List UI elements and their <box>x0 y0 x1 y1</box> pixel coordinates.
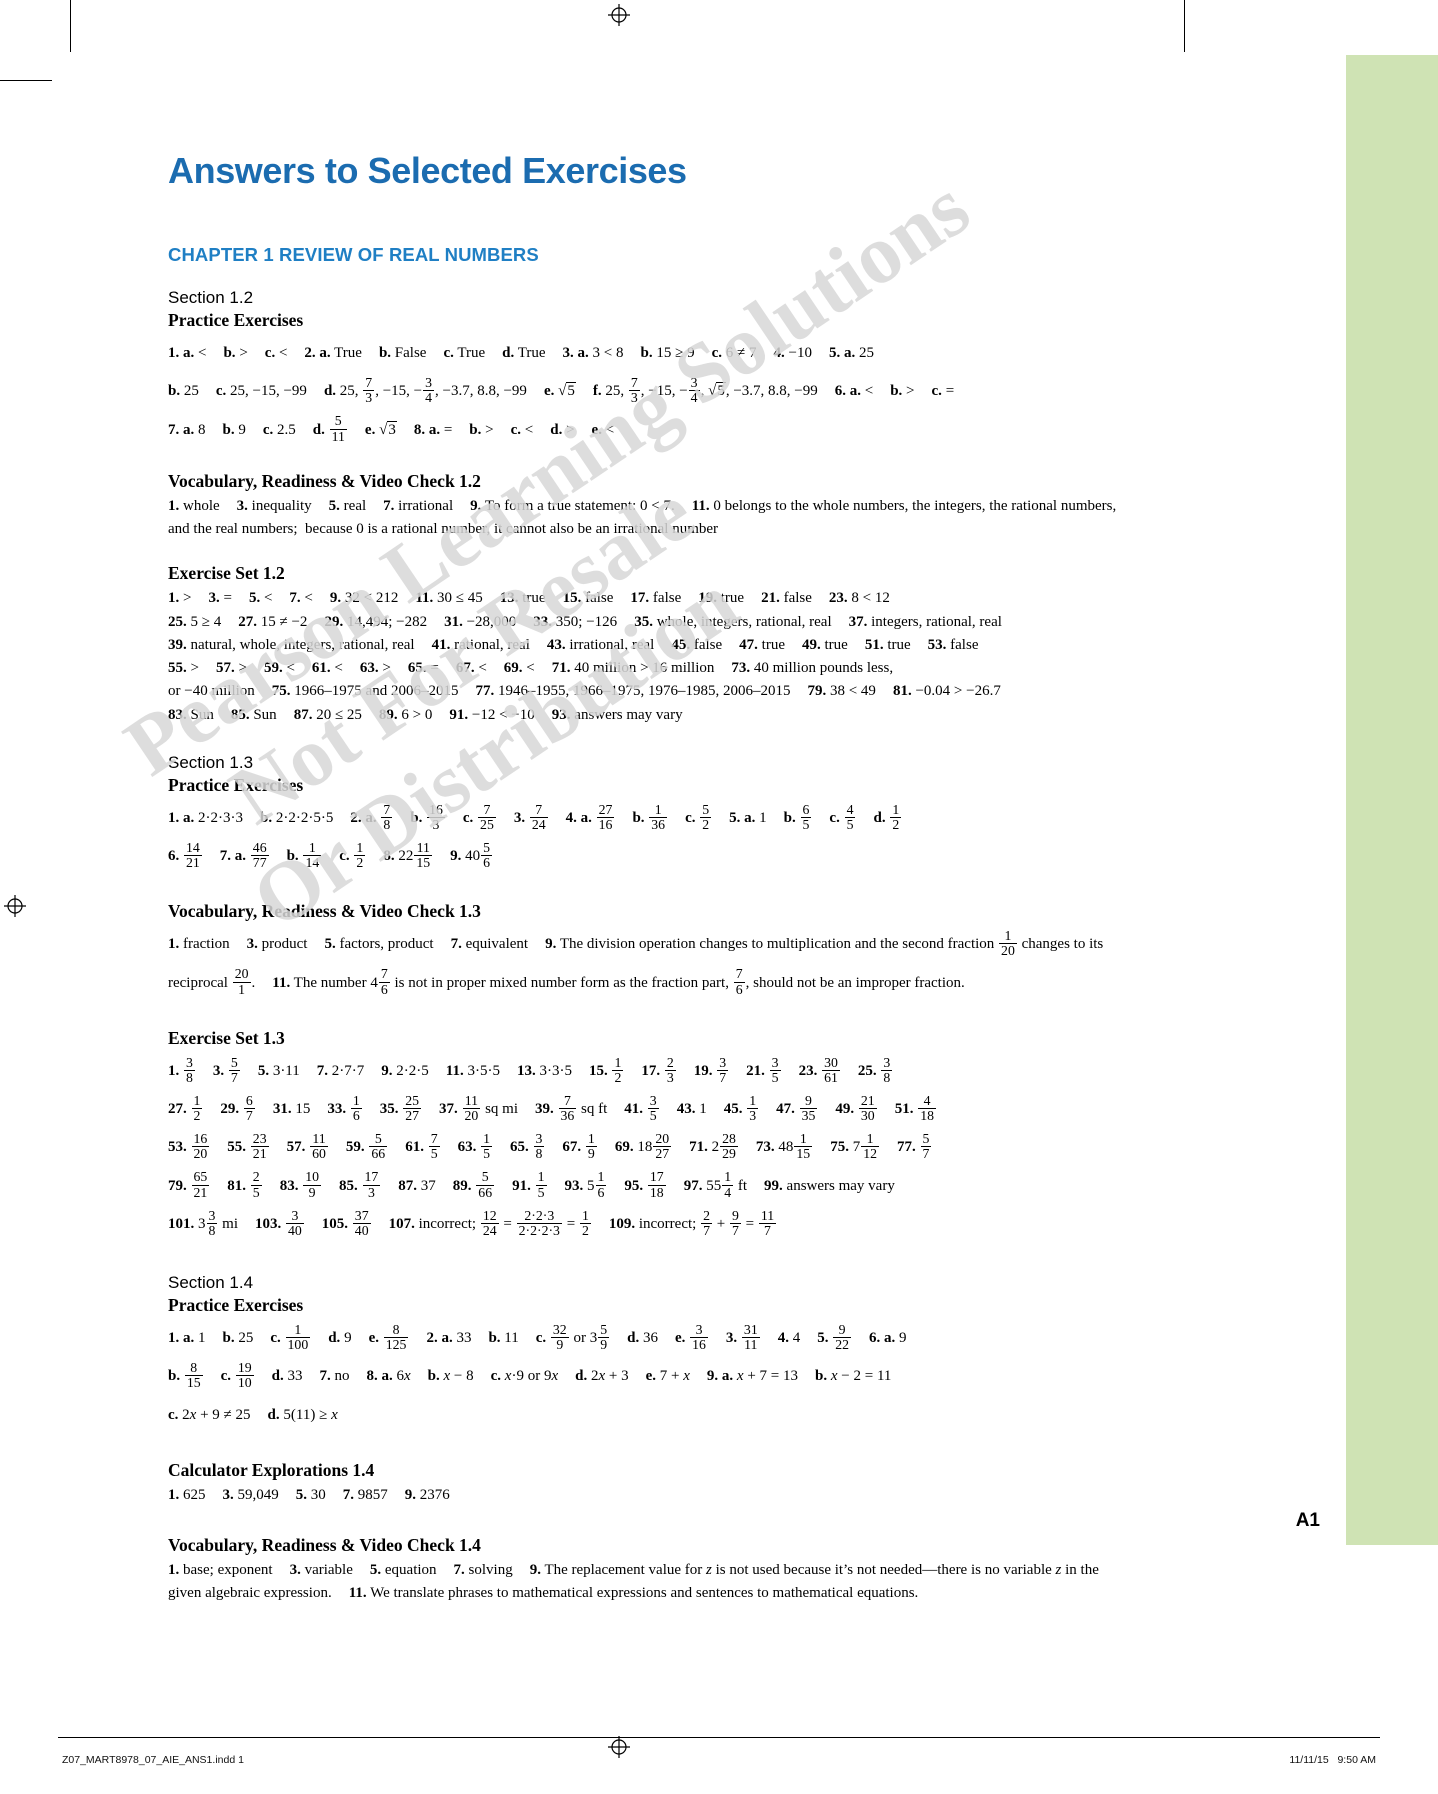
content-column: Answers to Selected Exercises CHAPTER 1 … <box>168 150 1130 1622</box>
answer-list: 1. a. 2·2·3·3 b. 2·2·2·5·5 2. a. 7 8 b. 16 3 c… <box>168 799 1130 876</box>
registration-mark-top <box>608 4 630 26</box>
answer-line: 1. a. 1 b. 25 c. 1 100 d. 9 e. 8 125 2. a. 33 b.… <box>168 1321 907 1353</box>
answer-line: 1. a. < b. > c. <2. a. True b. False c. True… <box>168 345 874 361</box>
answer-line: 53. 16 20 55. 23 21 57. 11 60 59. 5 66 61. 7 5 63.… <box>168 1131 932 1162</box>
subsection-heading: Practice Exercises <box>168 310 304 330</box>
answer-line: 1. 3 8 3. 5 7 5. 3·11 7. 2·7·7 9. 2·2·5 11. 3·5… <box>168 1054 893 1085</box>
answer-list: 1. a. < b. > c. <2. a. True b. False c. True… <box>168 334 1130 449</box>
crop-mark-left-upper <box>0 80 52 81</box>
answer-line: b. 8 15 c. 19 10 d. 33 7. no 8. a. 6x b. x − 8c… <box>168 1360 892 1391</box>
section-block-calc-1-4: Calculator Explorations 1.4 1. 625 3. 59,… <box>168 1460 1130 1507</box>
answer-line: 1. whole 3. inequality 5. real 7. irrationa… <box>168 497 1117 537</box>
subsection-heading: Vocabulary, Readiness & Video Check 1.2 <box>168 470 481 491</box>
answer-list: 1. whole 3. inequality 5. real 7. irrationa… <box>168 495 1130 542</box>
section-heading: Section 1.2 <box>168 288 254 307</box>
section-block-section-1-2: Section 1.2 Practice Exercises 1. a. < b.… <box>168 288 1130 449</box>
section-heading: Section 1.4 <box>168 1273 254 1292</box>
subsection-heading: Vocabulary, Readiness & Video Check 1.4 <box>168 1535 481 1555</box>
answer-line: 7. a. 8 b. 9 c. 2.5 d. 5 11 e. √3 8. a. = b. > c… <box>168 413 615 444</box>
chapter-heading: CHAPTER 1 REVIEW OF REAL NUMBERS <box>168 244 539 265</box>
footer-file-slug: Z07_MART8978_07_AIE_ANS1.indd 1 <box>62 1754 244 1766</box>
answer-line: c. 2x + 9 ≠ 25 d. 5(11) ≥ x <box>168 1406 338 1423</box>
answer-line: 27. 1 2 29. 6 7 31. 15 33. 1 6 35. 25 27 37. 11 20… <box>168 1092 936 1124</box>
page-number: A1 <box>1295 1510 1320 1531</box>
page-edge-tab <box>1346 55 1438 1545</box>
answer-line: 1. fraction 3. product 5. factors, product… <box>168 928 1104 997</box>
answer-line: b. 25 c. 25, −15, −99 d. 25, 73, −15, −3 4,… <box>168 375 955 406</box>
section-block-exset-1-2: Exercise Set 1.2 1. >3. = 5. <7. <9. 32 <… <box>168 563 1130 727</box>
footer-timestamp: 11/11/15 9:50 AM <box>1289 1754 1376 1766</box>
answer-line: 6. 14 21 7. a. 46 77 b. 1 14 c. 1 2 8. 22 11 15 9. … <box>168 839 493 871</box>
section-block-vocab-1-4: Vocabulary, Readiness & Video Check 1.4 … <box>168 1535 1130 1606</box>
answer-list: 1. a. 1 b. 25 c. 1 100 d. 9 e. 8 125 2. a. 33 b.… <box>168 1319 1130 1434</box>
answer-line: 1. a. 2·2·3·3 b. 2·2·2·5·5 2. a. 7 8 b. 16 3 c… <box>168 801 902 832</box>
subsection-heading: Exercise Set 1.2 <box>168 563 285 584</box>
section-block-vocab-1-3: Vocabulary, Readiness & Video Check 1.3 … <box>168 901 1130 1002</box>
section-block-vocab-1-2: Vocabulary, Readiness & Video Check 1.2 … <box>168 471 1130 542</box>
answer-line: 1. 625 3. 59,049 5. 30 7. 9857 9. 2376 <box>168 1486 450 1503</box>
crop-mark-top-left <box>70 0 71 52</box>
answer-line: 1. >3. = 5. <7. <9. 32 < 212 11. 30 ≤ 45 13… <box>168 590 890 607</box>
answer-line: 25. 5 ≥ 4 27. 15 ≠ −2 29. 14,494; −282 31. … <box>168 613 1002 630</box>
section-block-section-1-4: Section 1.4 Practice Exercises 1. a. 1 b.… <box>168 1273 1130 1434</box>
registration-mark-left <box>4 895 26 917</box>
subsection-heading: Exercise Set 1.3 <box>168 1027 285 1048</box>
answer-line: 101. 338 mi 103. 3 40 105. 37 40 107. incorre… <box>168 1207 777 1238</box>
answer-line: 83. Sun 85. Sun 87. 20 ≤ 25 89. 6 > 0 91. −1… <box>168 706 683 723</box>
section-heading: Section 1.3 <box>168 752 254 772</box>
footer-divider <box>58 1737 1380 1738</box>
answer-line: 55. >57. >59. <61. <63. >65. = 67. <69. <… <box>168 660 894 676</box>
answer-list: 1. 625 3. 59,049 5. 30 7. 9857 9. 2376 <box>168 1484 1130 1507</box>
crop-mark-top-right <box>1184 0 1185 52</box>
subsection-heading: Practice Exercises <box>168 1295 304 1315</box>
answer-line: 1. base; exponent 3. variable 5. equation 7… <box>168 1562 1099 1602</box>
answer-line: 39. natural, whole, integers, rational, … <box>168 636 979 653</box>
page-title: Answers to Selected Exercises <box>168 150 687 191</box>
section-block-exset-1-3: Exercise Set 1.3 1. 3 8 3. 5 7 5. 3·11 7. 2·7… <box>168 1028 1130 1243</box>
answer-list: 1. fraction 3. product 5. factors, product… <box>168 925 1130 1002</box>
subsection-heading: Vocabulary, Readiness & Video Check 1.3 <box>168 901 481 922</box>
registration-mark-bottom <box>608 1736 630 1758</box>
answer-line: or −40 million 75. 1966–1975 and 2006–201… <box>168 683 1001 700</box>
answer-line: 79. 65 21 81. 2 5 83. 10 9 85. 17 3 87. 37 89. 56… <box>168 1169 895 1200</box>
answer-list: 1. 3 8 3. 5 7 5. 3·11 7. 2·7·7 9. 2·2·5 11. 3·5… <box>168 1052 1130 1243</box>
subsection-heading: Practice Exercises <box>168 774 304 795</box>
section-block-section-1-3: Section 1.3 Practice Exercises 1. a. 2·2… <box>168 753 1130 876</box>
answer-list: 1. >3. = 5. <7. <9. 32 < 212 11. 30 ≤ 45 13… <box>168 587 1130 727</box>
subsection-heading: Calculator Explorations 1.4 <box>168 1459 375 1480</box>
answer-key-page: Pearson Learning Solutions Not For Resal… <box>0 0 1438 1794</box>
answer-list: 1. base; exponent 3. variable 5. equation 7… <box>168 1559 1130 1606</box>
